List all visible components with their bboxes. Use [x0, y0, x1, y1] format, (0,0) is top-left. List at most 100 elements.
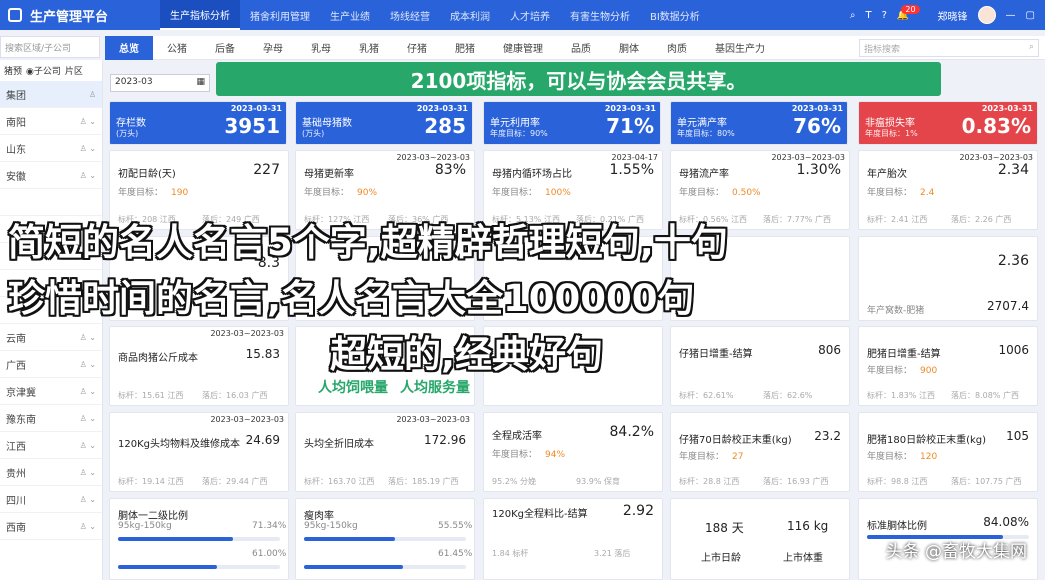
user-name[interactable]: 郑晓锋: [938, 8, 968, 23]
kpi-value: 71%: [606, 114, 654, 138]
kpi-card[interactable]: 2023-03-31 基础母猪数 (万头) 285: [295, 101, 473, 145]
sidebar-item[interactable]: 贵州 ♙ ⌄: [0, 459, 102, 486]
metric-date: 2023-03~2023-03: [210, 415, 284, 424]
tab[interactable]: 胴体: [605, 36, 653, 60]
kpi-card[interactable]: 2023-03-31 单元满产率 年度目标：80% 76%: [670, 101, 848, 145]
metric-label: 瘦肉率: [304, 511, 334, 522]
tab[interactable]: 孕母: [249, 36, 297, 60]
bell-icon[interactable]: 🔔20: [897, 4, 928, 21]
tab[interactable]: 乳母: [297, 36, 345, 60]
help-icon[interactable]: ?: [882, 10, 887, 21]
sidebar-item[interactable]: 京津冀 ♙ ⌄: [0, 378, 102, 405]
kpi-sub: (万头): [116, 129, 139, 138]
metric-card[interactable]: 2023-03~2023-03 头均全折旧成本 172.96 标杆：163.70…: [295, 412, 475, 492]
metric-value: 23.2: [814, 429, 841, 443]
avatar[interactable]: [977, 6, 996, 24]
metric-card[interactable]: 全程成活率 84.2% 年度目标： 94% 95.2% 分娩 93.9% 保育: [483, 412, 663, 492]
tab[interactable]: 公猪: [153, 36, 201, 60]
metric-label: 人均饲喂量: [318, 380, 388, 396]
tab[interactable]: 肉质: [653, 36, 701, 60]
sidebar-item-label: 江西: [6, 441, 26, 453]
metric-benchmark: 95.2% 分娩: [492, 477, 536, 486]
metric-card[interactable]: 仔猪日增重-结算 806 标杆：62.61% 落后：62.6%: [670, 326, 850, 406]
indicator-search-input[interactable]: 指标搜索 ⌕: [859, 38, 1039, 57]
metric-card[interactable]: 肥猪日增重-结算 1006 年度目标： 900 标杆：1.83% 江西 落后：8.…: [858, 326, 1038, 406]
kpi-card[interactable]: 2023-03-31 存栏数 (万头) 3951: [109, 101, 287, 145]
topnav-item-0[interactable]: 生产指标分析: [160, 0, 240, 30]
metric-card[interactable]: 仔猪70日龄校正末重(kg) 23.2 年度目标： 27 标杆：28.8 江西 落…: [670, 412, 850, 492]
metric-value: 1006: [998, 343, 1029, 357]
sidebar-item[interactable]: 江西 ♙ ⌄: [0, 432, 102, 459]
chevron-down-icon: ♙ ⌄: [79, 494, 96, 504]
sidebar-item-label: 南阳: [6, 117, 26, 129]
metric-target-value: 2.4: [920, 188, 935, 198]
filter-subsidiary-radio[interactable]: ◉子公司: [26, 64, 61, 77]
metric-label: 标准胴体比例: [867, 521, 927, 532]
sidebar-item[interactable]: 西南 ♙ ⌄: [0, 513, 102, 540]
topnav-item-3[interactable]: 场线经营: [380, 0, 440, 30]
sidebar-item[interactable]: 南阳 ♙ ⌄: [0, 108, 102, 135]
tab-overview[interactable]: 总览: [105, 35, 153, 60]
metric-card[interactable]: 2023-03~2023-03 商品肉猪公斤成本 15.83 标杆：15.61 …: [109, 326, 289, 406]
sidebar-item[interactable]: 四川 ♙ ⌄: [0, 486, 102, 513]
metric-lagging: 落后：2.26 广西: [951, 215, 1012, 224]
metric-benchmark: 标杆：19.14 江西: [118, 477, 184, 486]
metric-card[interactable]: 2023-03~2023-03 120Kg头均物料及维修成本 24.69 标杆：…: [109, 412, 289, 492]
minimize-icon[interactable]: —: [1006, 10, 1016, 21]
font-icon[interactable]: T: [865, 10, 871, 21]
fullscreen-icon[interactable]: ▢: [1026, 10, 1035, 21]
sidebar-item[interactable]: 豫东南 ♙ ⌄: [0, 405, 102, 432]
metric-value: 55.55%: [438, 521, 473, 531]
tab[interactable]: 肥猪: [441, 36, 489, 60]
brand[interactable]: 生产管理平台: [0, 6, 160, 25]
metric-target: 年度目标： 0.50%: [679, 188, 761, 198]
date-picker[interactable]: 2023-03 ▦: [110, 74, 210, 92]
metric-benchmark: 标杆：163.70 江西: [304, 477, 375, 486]
kpi-card[interactable]: 2023-03-31 非瘟损失率 年度目标：1% 0.83%: [858, 101, 1038, 145]
chevron-down-icon: ♙ ⌄: [79, 332, 96, 342]
search-icon[interactable]: ⌕: [850, 10, 856, 21]
metric-value: 188 天: [705, 521, 744, 535]
region-search-input[interactable]: 搜索区域/子公司: [0, 36, 100, 58]
sidebar-item[interactable]: 云南 ♙ ⌄: [0, 324, 102, 351]
top-bar: 生产管理平台 生产指标分析 猪舍利用管理 生产业绩 场线经营 成本利润 人才培养…: [0, 0, 1045, 30]
tab[interactable]: 健康管理: [489, 36, 557, 60]
indicator-search-placeholder: 指标搜索: [864, 44, 901, 55]
metric-card[interactable]: 188 天 116 kg 上市日龄 上市体重: [670, 498, 850, 580]
metric-label: 仔猪日增重-结算: [679, 349, 753, 360]
metric-card[interactable]: 120Kg全程料比-结算 2.92 1.84 标杆 3.21 落后: [483, 498, 663, 580]
tab[interactable]: 乳猪: [345, 36, 393, 60]
metric-target-value: 0.50%: [732, 188, 761, 198]
metric-value: 61.45%: [438, 549, 473, 559]
metric-value: 61.00%: [252, 549, 287, 559]
topnav-item-6[interactable]: 有害生物分析: [560, 0, 640, 30]
date-value: 2023-03: [115, 77, 153, 87]
topnav-item-5[interactable]: 人才培养: [500, 0, 560, 30]
metric-value: 83%: [434, 162, 466, 178]
sidebar-item[interactable]: 安徽 ♙ ⌄: [0, 162, 102, 189]
topnav-item-1[interactable]: 猪舍利用管理: [240, 0, 320, 30]
metric-label: 120Kg头均物料及维修成本: [118, 439, 240, 450]
sidebar-item[interactable]: 山东 ♙ ⌄: [0, 135, 102, 162]
topnav-item-2[interactable]: 生产业绩: [320, 0, 380, 30]
filter-area-radio[interactable]: 片区: [65, 64, 83, 77]
metric-card[interactable]: 肥猪180日龄校正末重(kg) 105 年度目标： 120 标杆：98.8 江西 …: [858, 412, 1038, 492]
metric-lagging: 落后：29.44 广西: [202, 477, 268, 486]
tab[interactable]: 仔猪: [393, 36, 441, 60]
metric-card[interactable]: 2023-03~2023-03 年产胎次 2.34 年度目标： 2.4 标杆：2.…: [858, 150, 1038, 230]
metric-card[interactable]: 2.36 年产窝数-肥猪 2707.4: [858, 236, 1038, 321]
kpi-card[interactable]: 2023-03-31 单元利用率 年度目标：90% 71%: [483, 101, 661, 145]
sidebar-item-label: 四川: [6, 495, 26, 507]
metric-card[interactable]: 瘦肉率 95kg-150kg 55.55% 61.45%: [295, 498, 475, 580]
tab[interactable]: 基因生产力: [701, 36, 779, 60]
sidebar-item[interactable]: 集团 ♙: [0, 81, 102, 108]
topnav-item-4[interactable]: 成本利润: [440, 0, 500, 30]
filter-opt1-label: 子公司: [33, 67, 61, 77]
metric-target-value: 120: [920, 452, 938, 462]
metric-card[interactable]: 胴体一二级比例 95kg-150kg 71.34% 61.00%: [109, 498, 289, 580]
tab[interactable]: 后备: [201, 36, 249, 60]
tab[interactable]: 品质: [557, 36, 605, 60]
topnav-item-7[interactable]: BI数据分析: [640, 0, 710, 30]
metric-date: 2023-03~2023-03: [210, 329, 284, 338]
sidebar-item[interactable]: 广西 ♙ ⌄: [0, 351, 102, 378]
